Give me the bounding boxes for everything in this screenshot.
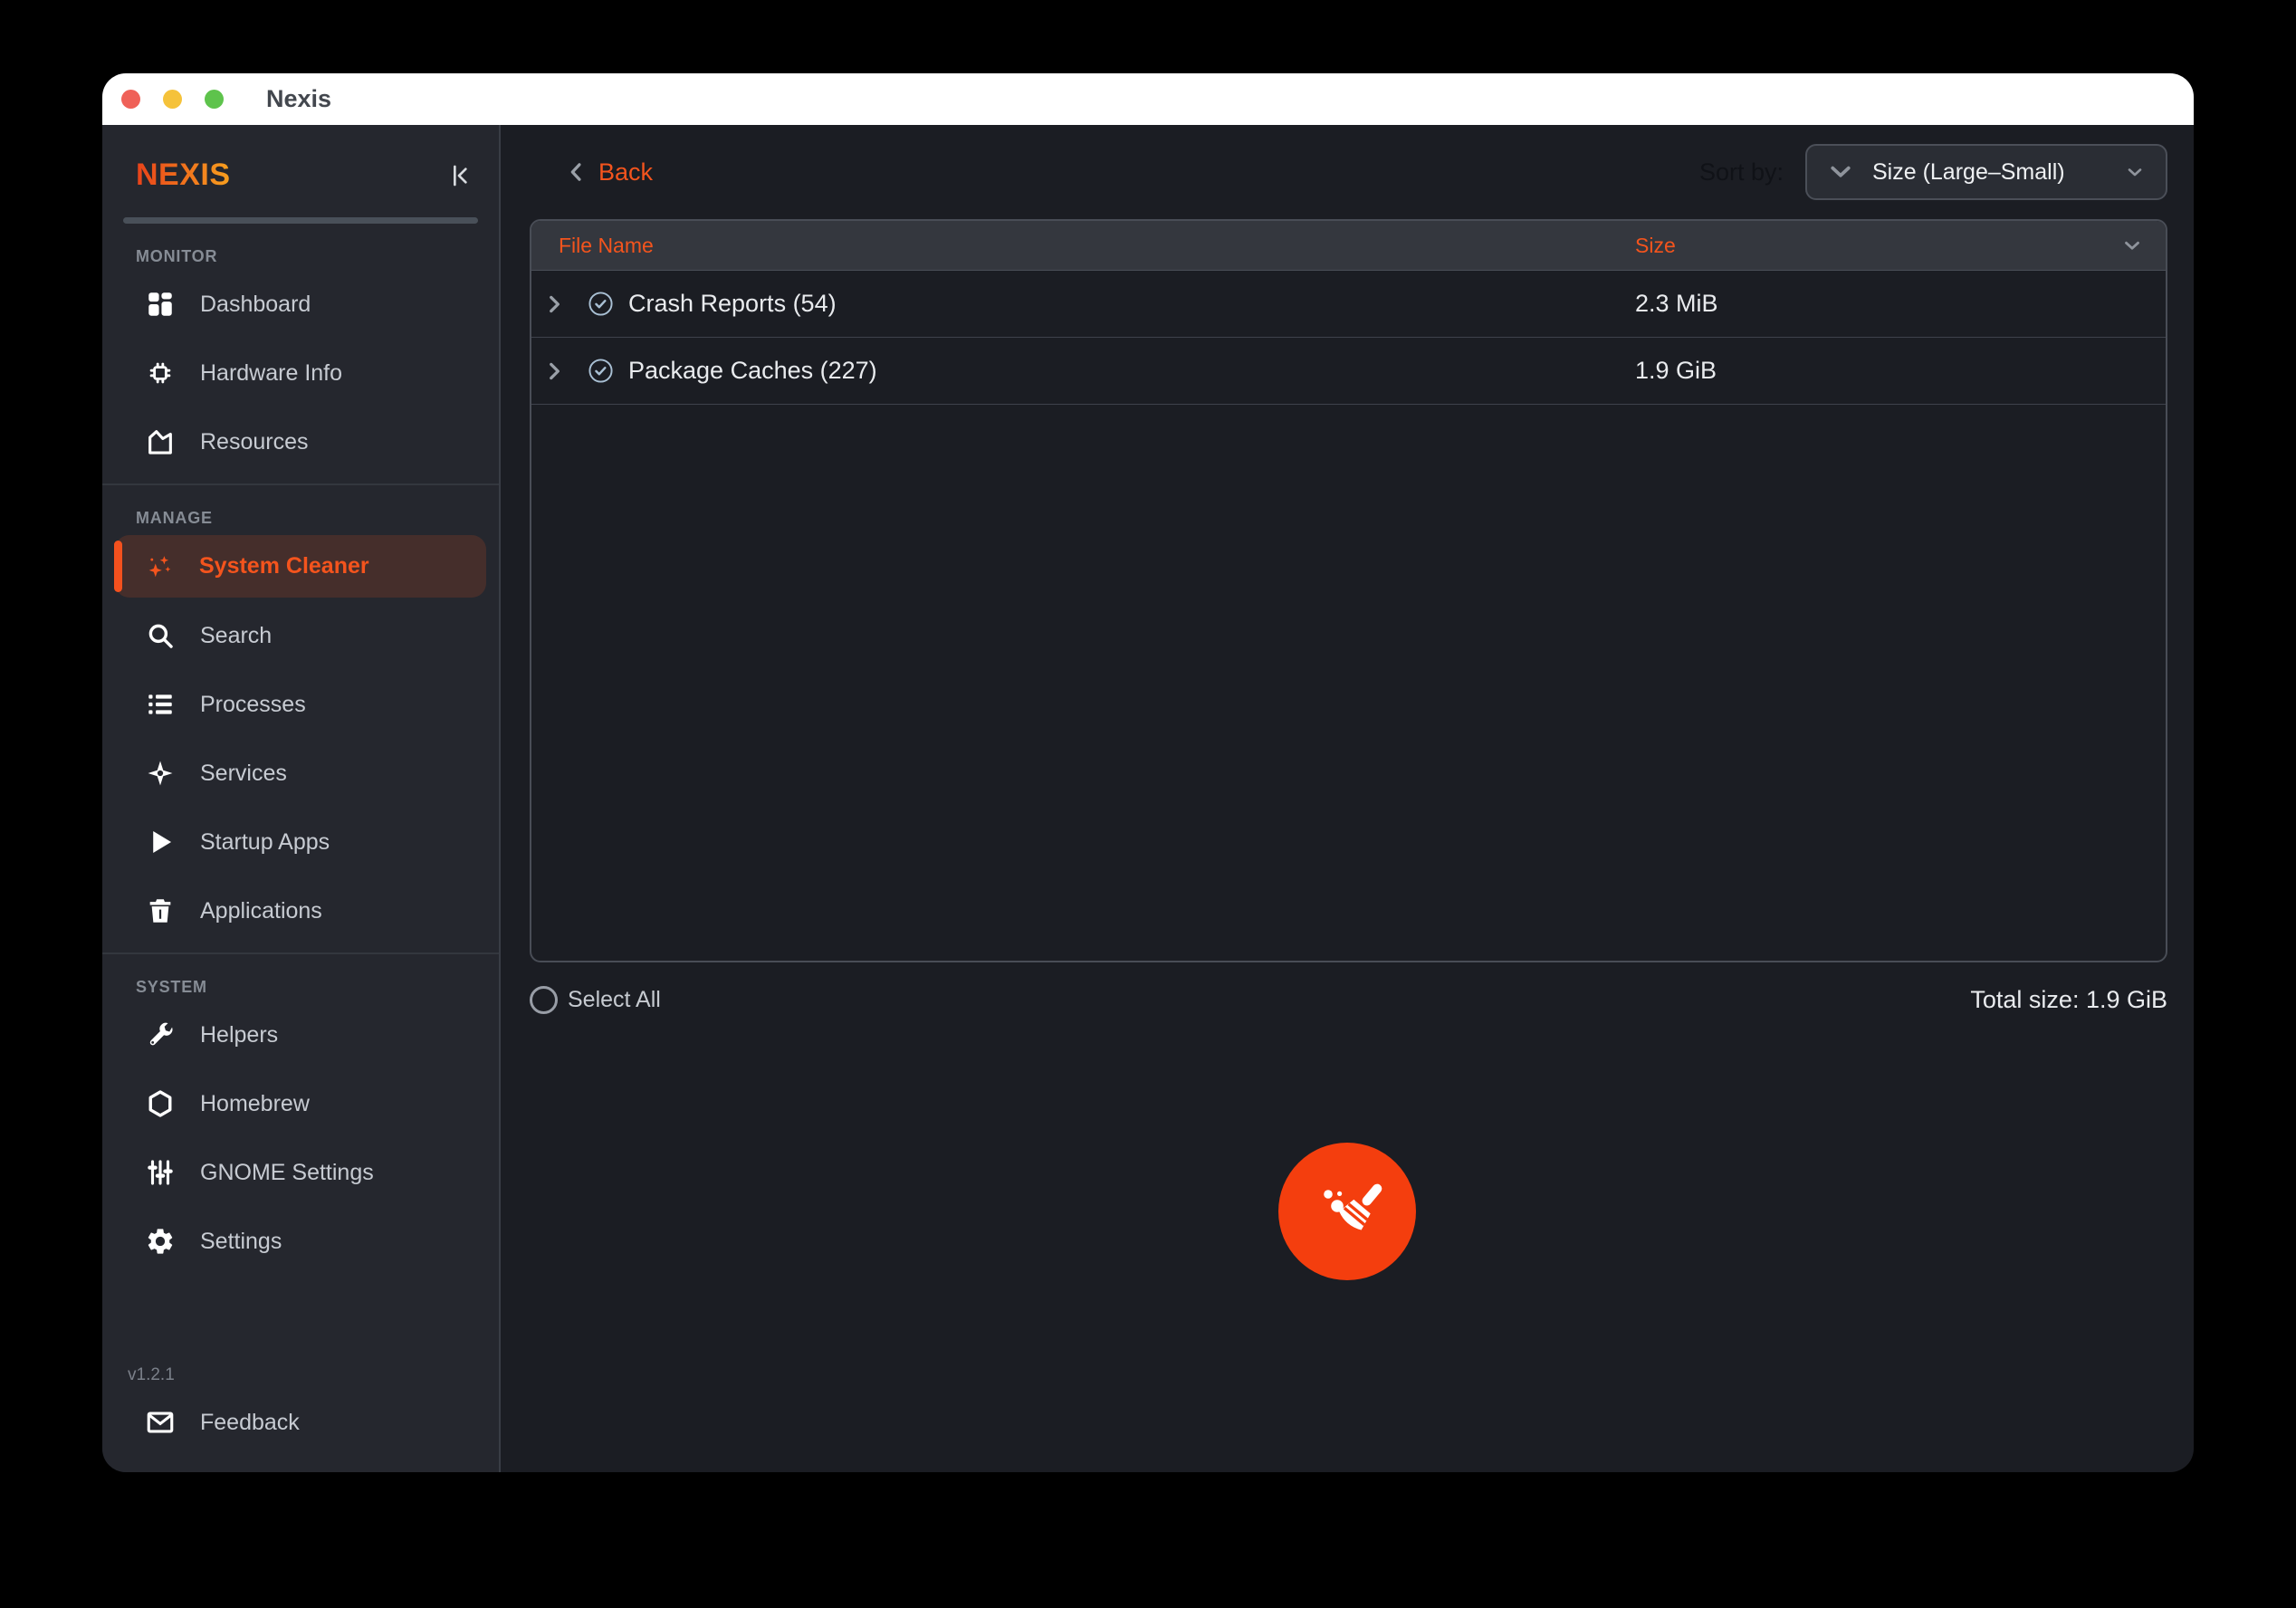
dashboard-icon [145, 289, 176, 320]
sidebar-item-label: Search [200, 623, 272, 649]
section-header-manage: MANAGE [102, 485, 499, 531]
sidebar-item-settings[interactable]: Settings [102, 1207, 499, 1276]
size-column-label: Size [1635, 234, 1676, 258]
maximize-window-button[interactable] [205, 90, 224, 109]
four-point-star-icon [145, 758, 176, 789]
clean-button[interactable] [1278, 1143, 1416, 1280]
wrench-icon [145, 1019, 176, 1050]
sliders-icon [145, 1157, 176, 1188]
back-label: Back [598, 158, 653, 187]
sidebar-item-applications[interactable]: Applications [102, 876, 499, 945]
sort-select[interactable]: Size (Large–Small) [1805, 144, 2167, 200]
file-name: Crash Reports (54) [628, 290, 837, 318]
broom-icon [1304, 1168, 1391, 1255]
size-column-chevron-icon[interactable] [2120, 234, 2144, 257]
list-icon [145, 689, 176, 720]
back-button[interactable]: Back [564, 158, 653, 187]
search-icon [145, 620, 176, 651]
table-row[interactable]: Crash Reports (54) 2.3 MiB [531, 271, 2166, 338]
sidebar-item-hardware-info[interactable]: Hardware Info [102, 339, 499, 407]
sparkles-icon [144, 551, 175, 582]
expand-chevron-icon[interactable] [542, 292, 566, 316]
sidebar-item-label: GNOME Settings [200, 1160, 374, 1186]
sidebar-item-gnome-settings[interactable]: GNOME Settings [102, 1138, 499, 1207]
sidebar-divider [123, 217, 478, 224]
chevron-down-icon [2124, 161, 2146, 183]
column-header-file-name: File Name [531, 234, 1635, 258]
area-chart-icon [145, 426, 176, 457]
chevron-left-icon [564, 159, 589, 185]
sidebar-item-label: Resources [200, 429, 309, 455]
sidebar-item-helpers[interactable]: Helpers [102, 1000, 499, 1069]
chevron-down-icon [1827, 158, 1854, 186]
sidebar-item-label: Feedback [200, 1410, 300, 1436]
play-icon [145, 827, 176, 857]
sidebar-item-services[interactable]: Services [102, 739, 499, 808]
sidebar-item-label: Hardware Info [200, 360, 342, 387]
section-header-monitor: MONITOR [102, 224, 499, 270]
mail-icon [145, 1407, 176, 1438]
checked-checkbox-icon[interactable] [588, 291, 614, 317]
section-header-system: SYSTEM [102, 954, 499, 1000]
sidebar-item-label: Dashboard [200, 292, 311, 318]
trash-icon [145, 895, 176, 926]
column-header-size: Size [1635, 234, 2166, 258]
sidebar-item-label: System Cleaner [199, 553, 369, 579]
main-content: Back Sort by: Size (Large–Small) [501, 125, 2194, 1472]
sidebar-item-system-cleaner[interactable]: System Cleaner [115, 535, 486, 598]
file-table: File Name Size [530, 219, 2167, 962]
toolbar: Back Sort by: Size (Large–Small) [530, 125, 2167, 219]
sidebar-item-label: Settings [200, 1229, 282, 1255]
file-name: Package Caches (227) [628, 357, 877, 385]
collapse-sidebar-icon[interactable] [445, 161, 474, 190]
expand-chevron-icon[interactable] [542, 359, 566, 383]
sidebar-item-dashboard[interactable]: Dashboard [102, 270, 499, 339]
sidebar-item-label: Startup Apps [200, 829, 330, 856]
sidebar-item-search[interactable]: Search [102, 601, 499, 670]
hexagon-icon [145, 1088, 176, 1119]
app-logo: NEXIS [136, 158, 231, 193]
sidebar-item-label: Helpers [200, 1022, 278, 1048]
sidebar-item-label: Processes [200, 692, 306, 718]
close-window-button[interactable] [121, 90, 140, 109]
sidebar: NEXIS MONITOR Dashboard [102, 125, 501, 1472]
sort-by-label: Sort by: [1699, 158, 1784, 187]
select-all-label: Select All [568, 987, 661, 1013]
selection-bar: Select All Total size: 1.9 GiB [530, 972, 2167, 1028]
sidebar-item-homebrew[interactable]: Homebrew [102, 1069, 499, 1138]
sidebar-item-label: Homebrew [200, 1091, 310, 1117]
titlebar: Nexis [102, 73, 2194, 125]
table-row[interactable]: Package Caches (227) 1.9 GiB [531, 338, 2166, 405]
app-version: v1.2.1 [102, 1365, 499, 1385]
sidebar-item-label: Applications [200, 898, 322, 924]
sidebar-item-feedback[interactable]: Feedback [102, 1391, 499, 1454]
app-window: Nexis NEXIS MONITOR Dashboard [102, 73, 2194, 1472]
table-header: File Name Size [531, 221, 2166, 271]
file-size: 2.3 MiB [1635, 290, 2166, 318]
sidebar-item-processes[interactable]: Processes [102, 670, 499, 739]
total-size-label: Total size: 1.9 GiB [1970, 986, 2167, 1014]
sidebar-item-resources[interactable]: Resources [102, 407, 499, 476]
checked-checkbox-icon[interactable] [588, 358, 614, 384]
minimize-window-button[interactable] [163, 90, 182, 109]
cpu-icon [145, 358, 176, 388]
select-all-checkbox[interactable] [530, 986, 558, 1014]
sidebar-item-startup-apps[interactable]: Startup Apps [102, 808, 499, 876]
sort-select-value: Size (Large–Small) [1872, 159, 2106, 186]
file-size: 1.9 GiB [1635, 357, 2166, 385]
gear-icon [145, 1226, 176, 1257]
sidebar-item-label: Services [200, 761, 287, 787]
active-indicator [114, 541, 122, 592]
window-title: Nexis [266, 85, 331, 113]
